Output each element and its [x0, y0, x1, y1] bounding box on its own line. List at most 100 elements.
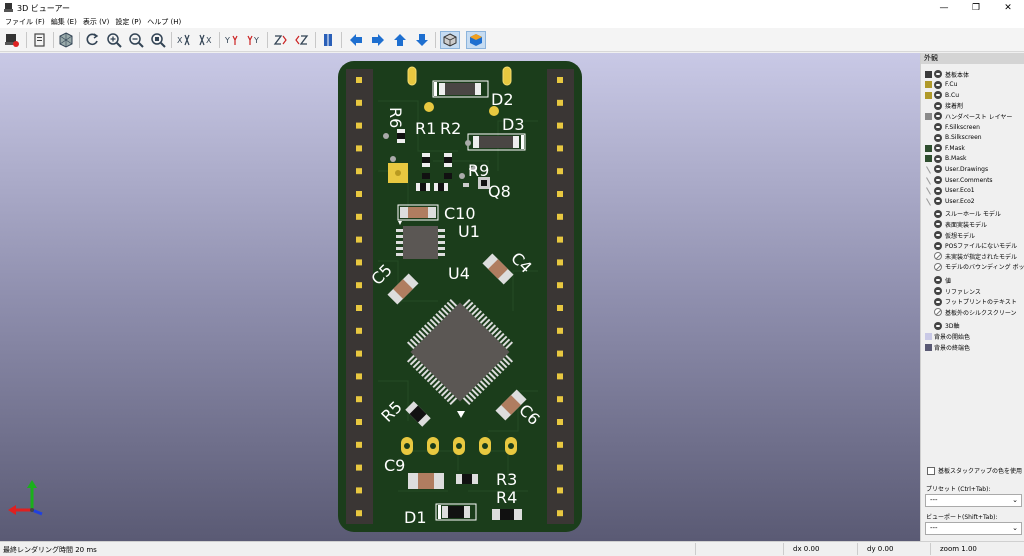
- menu-help[interactable]: ヘルプ (H): [144, 17, 184, 27]
- menu-view[interactable]: 表示 (V): [80, 17, 112, 27]
- visibility-on-icon[interactable]: [934, 133, 942, 142]
- zoom-in-icon[interactable]: [104, 31, 124, 49]
- 3d-viewport[interactable]: R6 D2 R1 R2 D3 R9 Q8 C10 U1 C5 C4 U4 R5 …: [0, 53, 920, 541]
- appearance-row[interactable]: F.Cu: [921, 80, 1024, 90]
- visibility-off-icon[interactable]: [934, 262, 942, 271]
- visibility-on-icon[interactable]: [934, 220, 942, 229]
- appearance-row[interactable]: User.Comments: [921, 175, 1024, 185]
- rotate-y-ccw-icon[interactable]: Y: [244, 31, 264, 49]
- visibility-on-icon[interactable]: [934, 276, 942, 285]
- visibility-on-icon[interactable]: [934, 154, 942, 163]
- appearance-row[interactable]: B.Cu: [921, 90, 1024, 100]
- visibility-on-icon[interactable]: [934, 101, 942, 110]
- color-swatch[interactable]: [925, 332, 932, 340]
- empty-swatch: [925, 134, 932, 141]
- visibility-on-icon[interactable]: [934, 176, 942, 184]
- status-bar: 最終レンダリング時間 20 ms dx 0.00 dy 0.00 zoom 1.…: [0, 541, 1024, 556]
- appearance-row[interactable]: 背景の開始色: [921, 331, 1024, 341]
- visibility-on-icon[interactable]: [934, 297, 942, 306]
- color-swatch[interactable]: [925, 343, 932, 351]
- minimize-button[interactable]: —: [928, 0, 960, 16]
- empty-swatch: [925, 242, 932, 249]
- appearance-row[interactable]: 接着剤: [921, 101, 1024, 111]
- visibility-off-icon[interactable]: [934, 252, 942, 261]
- color-swatch[interactable]: [925, 155, 932, 163]
- appearance-row[interactable]: リファレンス: [921, 286, 1024, 296]
- flip-board-icon[interactable]: [318, 31, 338, 49]
- pan-down-icon[interactable]: [412, 31, 432, 49]
- close-button[interactable]: ✕: [992, 0, 1024, 16]
- appearance-row[interactable]: 値: [921, 275, 1024, 285]
- zoom-out-icon[interactable]: [126, 31, 146, 49]
- appearance-row[interactable]: 表面実装モデル: [921, 219, 1024, 229]
- appearance-row-label: User.Comments: [945, 176, 993, 184]
- render-options-icon[interactable]: [2, 31, 22, 49]
- checkbox-box[interactable]: [927, 466, 935, 475]
- visibility-on-icon[interactable]: [934, 231, 942, 239]
- visibility-on-icon[interactable]: [934, 80, 942, 89]
- appearance-row[interactable]: B.Mask: [921, 154, 1024, 164]
- visibility-on-icon[interactable]: [934, 91, 942, 100]
- rotate-z-cw-icon[interactable]: [270, 31, 290, 49]
- preset-select[interactable]: --- ⌄: [925, 494, 1022, 507]
- visibility-on-icon[interactable]: [934, 70, 942, 78]
- menu-edit[interactable]: 編集 (E): [48, 17, 80, 27]
- redraw-icon[interactable]: [82, 31, 102, 49]
- header-pin: [356, 191, 362, 197]
- copy-image-icon[interactable]: [30, 31, 50, 49]
- color-swatch[interactable]: [925, 70, 932, 78]
- visibility-on-icon[interactable]: [934, 144, 942, 153]
- pan-left-icon[interactable]: [346, 31, 366, 49]
- appearance-row[interactable]: 背景の終端色: [921, 342, 1024, 352]
- ref-c9: C9: [384, 456, 405, 475]
- visibility-on-icon[interactable]: [934, 186, 942, 195]
- appearance-row[interactable]: F.Silkscreen: [921, 122, 1024, 132]
- appearance-row[interactable]: モデルのバウンディング ボックス: [921, 262, 1024, 272]
- menu-settings[interactable]: 設定 (P): [112, 17, 144, 27]
- appearance-row[interactable]: F.Mask: [921, 143, 1024, 153]
- visibility-on-icon[interactable]: [934, 197, 942, 206]
- rotate-y-cw-icon[interactable]: Y: [222, 31, 242, 49]
- visibility-off-icon[interactable]: [934, 308, 942, 317]
- appearance-row[interactable]: 基板外のシルクスクリーン: [921, 307, 1024, 317]
- appearance-row[interactable]: 未実装が指定されたモデル: [921, 251, 1024, 261]
- rotate-x-ccw-icon[interactable]: X: [196, 31, 216, 49]
- pan-up-icon[interactable]: [390, 31, 410, 49]
- menu-bar: ファイル (F) 編集 (E) 表示 (V) 設定 (P) ヘルプ (H): [0, 16, 1024, 28]
- empty-swatch: [925, 210, 932, 217]
- visibility-on-icon[interactable]: [934, 241, 942, 250]
- appearance-row[interactable]: ハンダペースト レイヤー: [921, 111, 1024, 121]
- color-swatch[interactable]: [925, 144, 932, 152]
- raytrace-icon[interactable]: [56, 31, 76, 49]
- appearance-row[interactable]: 基板本体: [921, 69, 1024, 79]
- maximize-button[interactable]: ❐: [960, 0, 992, 16]
- pan-right-icon[interactable]: [368, 31, 388, 49]
- color-swatch[interactable]: [925, 81, 932, 89]
- visibility-on-icon[interactable]: [934, 209, 942, 218]
- visibility-on-icon[interactable]: [934, 123, 942, 131]
- appearance-row[interactable]: User.Eco2: [921, 196, 1024, 206]
- appearance-row[interactable]: 3D軸: [921, 321, 1024, 331]
- appearance-row[interactable]: スルーホール モデル: [921, 209, 1024, 219]
- viewport-select[interactable]: --- ⌄: [925, 522, 1022, 535]
- color-swatch[interactable]: [925, 91, 932, 99]
- visibility-on-icon[interactable]: [934, 287, 942, 295]
- orthographic-toggle-icon[interactable]: [440, 31, 460, 49]
- appearance-row[interactable]: B.Silkscreen: [921, 133, 1024, 143]
- appearance-row[interactable]: User.Eco1: [921, 186, 1024, 196]
- menu-file[interactable]: ファイル (F): [2, 17, 48, 27]
- zoom-fit-icon[interactable]: [148, 31, 168, 49]
- appearance-row[interactable]: User.Drawings: [921, 164, 1024, 174]
- appearance-row[interactable]: 仮想モデル: [921, 230, 1024, 240]
- color-swatch[interactable]: [925, 112, 932, 120]
- visibility-on-icon[interactable]: [934, 112, 942, 121]
- use-stackup-colors-checkbox[interactable]: 基板スタックアップの色を使用: [927, 466, 1022, 475]
- appearance-panel-toggle-icon[interactable]: [466, 31, 486, 49]
- visibility-on-icon[interactable]: [934, 321, 942, 330]
- rotate-x-cw-icon[interactable]: X: [174, 31, 194, 49]
- rotate-z-ccw-icon[interactable]: [292, 31, 312, 49]
- appearance-row[interactable]: POSファイルにないモデル: [921, 241, 1024, 251]
- visibility-on-icon[interactable]: [934, 165, 942, 174]
- appearance-row[interactable]: フットプリントのテキスト: [921, 297, 1024, 307]
- ic-pin: [438, 229, 445, 232]
